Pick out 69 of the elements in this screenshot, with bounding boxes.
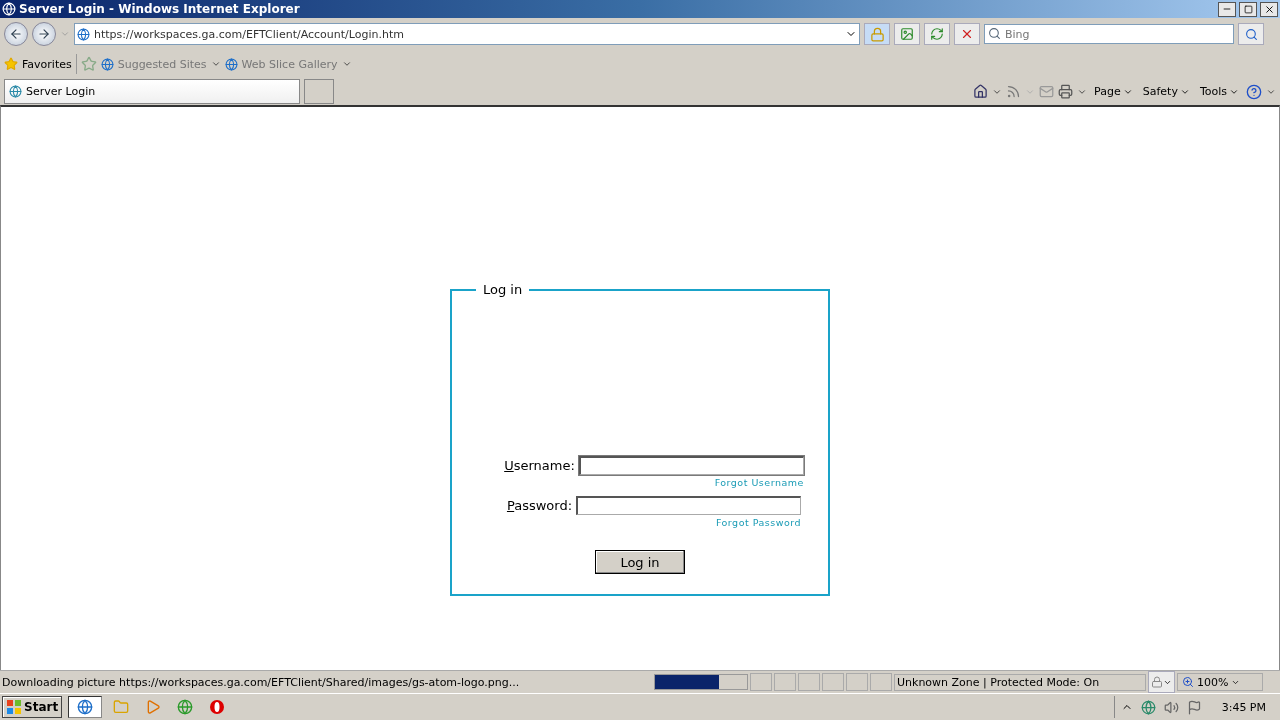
panel-title: Log in	[482, 282, 524, 297]
zone-text: Unknown Zone | Protected Mode: On	[894, 673, 1146, 691]
status-pane	[750, 673, 772, 691]
start-button[interactable]: Start	[2, 696, 63, 718]
stop-button[interactable]	[954, 23, 980, 45]
print-icon[interactable]	[1058, 84, 1074, 99]
lock-button[interactable]	[864, 23, 890, 45]
browser-tab[interactable]: Server Login	[4, 79, 300, 104]
windows-logo-icon	[6, 699, 22, 715]
refresh-icon	[930, 27, 944, 41]
globe-icon	[77, 699, 94, 715]
field-label: Password:	[506, 498, 573, 513]
lock-icon	[1151, 676, 1163, 688]
close-button[interactable]	[1260, 1, 1278, 17]
star-icon	[4, 57, 18, 71]
help-icon[interactable]	[1246, 83, 1262, 100]
menu-button[interactable]: Safety	[1139, 85, 1193, 98]
browser-taskbar-button[interactable]	[68, 696, 103, 718]
folder-icon	[113, 699, 130, 715]
address-field[interactable]: https://workspaces.ga.com/EFTClient/Account/Login.htm	[74, 23, 860, 45]
forward-button[interactable]	[32, 22, 56, 46]
window-title: Server Login - Windows Internet Explorer	[19, 2, 301, 16]
status-pane	[774, 673, 796, 691]
browser-icon	[2, 2, 16, 16]
lock-icon	[869, 26, 885, 42]
status-pane	[798, 673, 820, 691]
field-label: Username:	[504, 458, 575, 473]
page-icon	[77, 27, 90, 41]
input-field[interactable]	[578, 456, 804, 475]
volume-icon[interactable]	[1163, 699, 1179, 715]
caret-icon	[210, 59, 221, 69]
page-icon	[100, 57, 114, 71]
picture-icon	[900, 27, 914, 41]
back-button[interactable]	[4, 22, 28, 46]
globe-icon	[177, 699, 194, 715]
network-icon[interactable]	[1140, 699, 1156, 715]
home-icon[interactable]	[973, 84, 989, 99]
zoom-icon	[1182, 676, 1194, 688]
restore-icon	[1243, 4, 1253, 14]
o-logo-icon	[209, 699, 226, 715]
search-field[interactable]: Bing	[984, 24, 1234, 44]
caret-icon	[341, 59, 352, 69]
restore-button[interactable]	[1239, 1, 1257, 17]
menu-button[interactable]: Page	[1091, 85, 1136, 98]
close-icon	[960, 27, 974, 41]
clock: 3:45 PM	[1221, 700, 1266, 714]
status-pane	[846, 673, 868, 691]
play-icon	[145, 699, 162, 715]
favorites-button[interactable]: Favorites	[4, 57, 72, 71]
menu-button[interactable]: Tools	[1196, 85, 1242, 98]
zoom-button[interactable]: 100%	[1177, 673, 1263, 691]
input-field[interactable]	[576, 496, 802, 515]
forward-arrow-icon	[37, 27, 51, 41]
status-text: Downloading picture https://workspaces.ga.com/EFTClient/Shared/images/gs-atom-logo.png...	[1, 675, 521, 689]
back-arrow-icon	[9, 27, 23, 41]
page-icon	[224, 57, 238, 71]
compatibility-button[interactable]	[894, 23, 920, 45]
refresh-button[interactable]	[924, 23, 950, 45]
flag-icon[interactable]	[1186, 699, 1202, 715]
search-icon	[1244, 27, 1258, 41]
login-button[interactable]: Log in	[595, 550, 685, 574]
new-tab-button[interactable]	[304, 79, 334, 104]
search-button[interactable]	[1238, 23, 1264, 45]
security-button[interactable]	[1148, 671, 1175, 693]
feed-icon[interactable]	[1006, 84, 1022, 99]
status-pane	[870, 673, 892, 691]
close-icon	[1263, 3, 1275, 15]
status-pane	[822, 673, 844, 691]
minimize-button[interactable]	[1218, 1, 1236, 17]
